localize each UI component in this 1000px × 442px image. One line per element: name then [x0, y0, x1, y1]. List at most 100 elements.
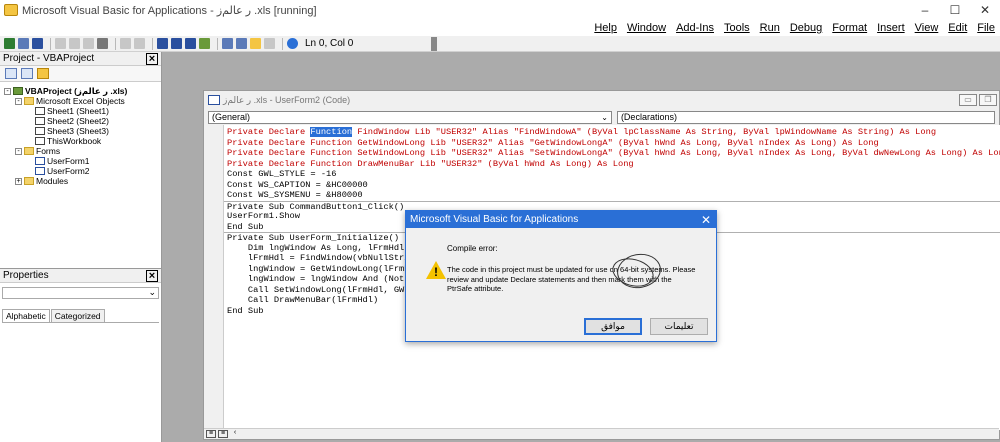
folder-icon: [24, 97, 34, 105]
code-window-titlebar: ‎ز‏‎ر عالم .xls - UserForm2 (Code) ▭ ❐: [204, 91, 999, 109]
properties-window: Properties × ⌄ Alphabetic Categorized: [0, 268, 162, 442]
menu-help[interactable]: Help: [594, 22, 617, 34]
tree-item[interactable]: + Modules: [4, 176, 161, 186]
code-minimize-button[interactable]: ▭: [959, 94, 977, 106]
tree-item[interactable]: UserForm2: [4, 166, 161, 176]
close-button[interactable]: ✕: [970, 0, 1000, 20]
tree-item[interactable]: Sheet3 (Sheet3): [4, 126, 161, 136]
menu-add-ins[interactable]: Add-Ins: [676, 22, 714, 34]
procedure-view-icon[interactable]: ≡: [206, 430, 216, 438]
run-icon[interactable]: [157, 38, 168, 49]
code-line[interactable]: Private Declare Function SetWindowLong L…: [224, 148, 1000, 159]
menu-file[interactable]: File: [977, 22, 995, 34]
code-line[interactable]: Private Declare Function GetWindowLong L…: [224, 138, 1000, 149]
paste-icon[interactable]: [83, 38, 94, 49]
code-text: FindWindow Lib "USER32" Alias "FindWindo…: [352, 127, 937, 137]
code-line[interactable]: Const WS_CAPTION = &HC00000: [224, 180, 1000, 191]
tree-item[interactable]: UserForm1: [4, 156, 161, 166]
properties-window-icon[interactable]: [236, 38, 247, 49]
reset-icon[interactable]: [185, 38, 196, 49]
scroll-left-icon[interactable]: ‹: [230, 429, 240, 438]
collapse-icon[interactable]: -: [15, 97, 22, 105]
tree-item[interactable]: Sheet2 (Sheet2): [4, 116, 161, 126]
code-window-controls: ▭ ❐: [957, 94, 999, 106]
maximize-button[interactable]: ☐: [940, 0, 970, 20]
code-restore-button[interactable]: ❐: [979, 94, 997, 106]
folder-icon: [24, 177, 34, 185]
redo-icon[interactable]: [134, 38, 145, 49]
tree-item[interactable]: - VBAProject (‎ز‏‎ر عالم .xls): [4, 86, 161, 96]
menu-tools[interactable]: Tools: [724, 22, 750, 34]
window-controls: – ☐ ✕: [910, 0, 1000, 20]
tree-item-label: UserForm2: [47, 166, 90, 176]
window-title: Microsoft Visual Basic for Applications …: [22, 4, 317, 17]
object-selector[interactable]: ⌄: [2, 287, 159, 299]
cut-icon[interactable]: [55, 38, 66, 49]
excel-view-icon[interactable]: [4, 38, 15, 49]
break-icon[interactable]: [171, 38, 182, 49]
dialog-footer: موافق تعليمات: [406, 312, 716, 341]
collapse-icon[interactable]: -: [4, 87, 11, 95]
dialog-titlebar: Microsoft Visual Basic for Applications …: [406, 211, 716, 228]
expand-icon[interactable]: +: [15, 177, 22, 185]
view-code-icon[interactable]: [5, 68, 17, 79]
tree-item-label: Sheet3 (Sheet3): [47, 126, 109, 136]
code-line[interactable]: Const GWL_STYLE = -16: [224, 169, 1000, 180]
object-browser-icon[interactable]: [250, 38, 261, 49]
tree-item[interactable]: Sheet1 (Sheet1): [4, 106, 161, 116]
chevron-down-icon: ⌄: [148, 287, 156, 297]
full-module-view-icon[interactable]: ≡: [218, 430, 228, 438]
tree-item[interactable]: - Forms: [4, 146, 161, 156]
object-dropdown[interactable]: (General) ⌄: [208, 110, 612, 124]
properties-title: Properties: [3, 270, 49, 281]
save-icon[interactable]: [32, 38, 43, 49]
insert-userform-icon[interactable]: [18, 38, 29, 49]
code-line[interactable]: Private Declare Function DrawMenuBar Lib…: [224, 159, 1000, 170]
dialog-body: Compile error: The code in this project …: [406, 228, 716, 312]
code-line[interactable]: Const WS_SYSMENU = &H80000: [224, 190, 1000, 201]
toolbar-separator: [217, 37, 218, 50]
close-icon[interactable]: ×: [146, 52, 158, 65]
tree-item-label: Sheet2 (Sheet2): [47, 116, 109, 126]
code-view-switch: ≡ ≡ ‹: [204, 428, 999, 439]
help-icon[interactable]: [287, 38, 298, 49]
toolbar-separator: [282, 37, 283, 50]
minimize-button[interactable]: –: [910, 0, 940, 20]
vba-app-icon: [4, 4, 18, 16]
menu-insert[interactable]: Insert: [877, 22, 905, 34]
highlighted-keyword: Function: [310, 127, 353, 137]
menu-format[interactable]: Format: [832, 22, 867, 34]
project-explorer-icon[interactable]: [222, 38, 233, 49]
menu-edit[interactable]: Edit: [948, 22, 967, 34]
dialog-close-icon[interactable]: ✕: [696, 213, 716, 227]
close-icon[interactable]: ×: [146, 269, 158, 282]
design-mode-icon[interactable]: [199, 38, 210, 49]
tree-item-label: Sheet1 (Sheet1): [47, 106, 109, 116]
toolbar-grip[interactable]: [431, 36, 437, 51]
ok-button[interactable]: موافق: [584, 318, 642, 335]
tab-alphabetic[interactable]: Alphabetic: [2, 309, 50, 322]
collapse-icon[interactable]: -: [15, 147, 22, 155]
help-button[interactable]: تعليمات: [650, 318, 708, 335]
undo-icon[interactable]: [120, 38, 131, 49]
userform-icon: [208, 95, 220, 105]
procedure-dropdown[interactable]: (Declarations): [616, 110, 995, 124]
menu-debug[interactable]: Debug: [790, 22, 822, 34]
tree-item[interactable]: - Microsoft Excel Objects: [4, 96, 161, 106]
warning-icon: [426, 261, 446, 279]
toggle-folders-icon[interactable]: [37, 68, 49, 79]
copy-icon[interactable]: [69, 38, 80, 49]
project-explorer-toolbar: [0, 66, 161, 82]
code-line[interactable]: Private Declare Function FindWindow Lib …: [224, 127, 1000, 138]
toolbox-icon[interactable]: [264, 38, 275, 49]
tab-categorized[interactable]: Categorized: [50, 309, 105, 322]
properties-tabs: Alphabetic Categorized: [2, 309, 159, 323]
object-dropdown-value: (General): [212, 111, 251, 122]
view-object-icon[interactable]: [21, 68, 33, 79]
tree-item[interactable]: ThisWorkbook: [4, 136, 161, 146]
menu-view[interactable]: View: [915, 22, 939, 34]
menu-run[interactable]: Run: [760, 22, 780, 34]
find-icon[interactable]: [97, 38, 108, 49]
sheet-icon: [35, 127, 45, 135]
menu-window[interactable]: Window: [627, 22, 666, 34]
